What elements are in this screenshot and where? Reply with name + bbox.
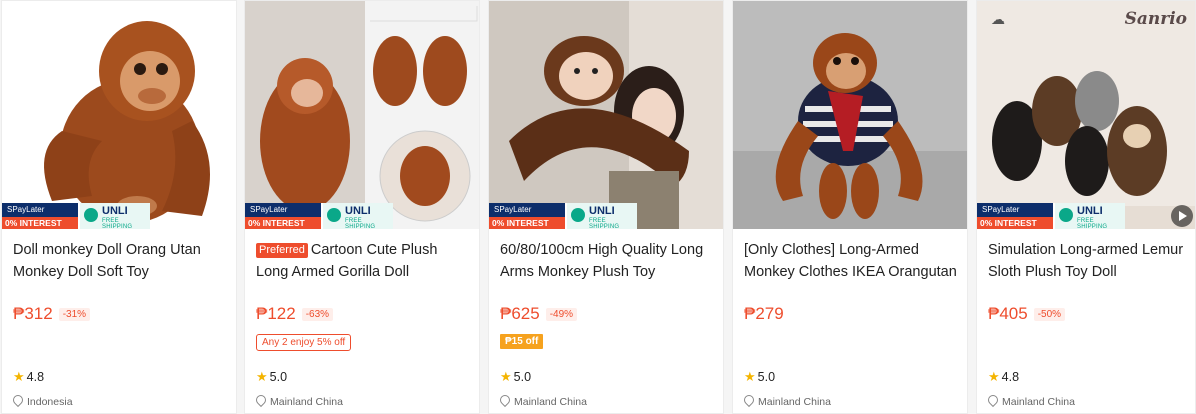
spaylater-badge: SPayLater 0% INTEREST bbox=[489, 203, 573, 229]
price: ₱405 bbox=[988, 304, 1028, 323]
product-card-3[interactable]: SPayLater 0% INTEREST UNLI FREE SHIPPING… bbox=[488, 0, 724, 414]
spaylater-badge: SPayLater 0% INTEREST bbox=[977, 203, 1061, 229]
location-pin-icon bbox=[10, 392, 26, 408]
discount-badge: -50% bbox=[1033, 307, 1066, 321]
promo-badges: SPayLater 0% INTEREST UNLI FREE SHIPPING bbox=[2, 201, 152, 229]
location-pin-icon bbox=[985, 392, 1001, 408]
product-title[interactable]: Simulation Long-armed Lemur Sloth Plush … bbox=[988, 239, 1188, 283]
unli-shipping-badge: UNLI FREE SHIPPING bbox=[1053, 203, 1125, 229]
rating: ★ 5.0 bbox=[500, 369, 532, 384]
star-icon: ★ bbox=[13, 369, 25, 384]
rating: ★ 5.0 bbox=[744, 369, 776, 384]
rating: ★ 5.0 bbox=[256, 369, 288, 384]
promo-badges: SPayLater 0% INTEREST UNLI FREE SHIPPING bbox=[977, 201, 1127, 229]
product-card-5[interactable]: ☁ Sanrio SPayLater 0% INTEREST UNLI FREE… bbox=[976, 0, 1196, 414]
star-icon: ★ bbox=[744, 369, 756, 384]
product-grid: SPayLater 0% INTEREST UNLI FREE SHIPPING… bbox=[0, 0, 1196, 414]
product-image-5[interactable]: ☁ Sanrio SPayLater 0% INTEREST UNLI FREE… bbox=[977, 1, 1195, 229]
price-row: ₱279 bbox=[744, 304, 784, 326]
voucher-tag: ₱15 off bbox=[500, 334, 544, 349]
video-play-icon[interactable] bbox=[1171, 205, 1193, 227]
product-card-2[interactable]: SPayLater 0% INTEREST UNLI FREE SHIPPING… bbox=[244, 0, 480, 414]
shipping-icon bbox=[571, 208, 585, 222]
bundle-promo-tag: Any 2 enjoy 5% off bbox=[256, 334, 352, 351]
unli-shipping-badge: UNLI FREE SHIPPING bbox=[565, 203, 637, 229]
discount-badge: -31% bbox=[58, 307, 91, 321]
product-image-2[interactable]: SPayLater 0% INTEREST UNLI FREE SHIPPING bbox=[245, 1, 479, 229]
price: ₱279 bbox=[744, 304, 784, 323]
price-row: ₱625 -49% bbox=[500, 304, 578, 326]
rating: ★ 4.8 bbox=[988, 369, 1020, 384]
location-pin-icon bbox=[741, 392, 757, 408]
price-row: ₱405 -50% bbox=[988, 304, 1066, 326]
location-pin-icon bbox=[253, 392, 269, 408]
location: Mainland China bbox=[741, 392, 831, 408]
location-pin-icon bbox=[497, 392, 513, 408]
sanrio-logo: Sanrio bbox=[1124, 9, 1187, 29]
product-card-1[interactable]: SPayLater 0% INTEREST UNLI FREE SHIPPING… bbox=[1, 0, 237, 414]
product-title[interactable]: [Only Clothes] Long-Armed Monkey Clothes… bbox=[744, 239, 958, 283]
product-card-4[interactable]: [Only Clothes] Long-Armed Monkey Clothes… bbox=[732, 0, 968, 414]
price-row: ₱312 -31% bbox=[13, 304, 91, 326]
rating: ★ 4.8 bbox=[13, 369, 45, 384]
location: Indonesia bbox=[10, 392, 73, 408]
product-title[interactable]: 60/80/100cm High Quality Long Arms Monke… bbox=[500, 239, 714, 283]
promo-badges: SPayLater 0% INTEREST UNLI FREE SHIPPING bbox=[489, 201, 639, 229]
product-image-4[interactable] bbox=[733, 1, 967, 229]
shipping-icon bbox=[84, 208, 98, 222]
price: ₱122 bbox=[256, 304, 296, 323]
star-icon: ★ bbox=[988, 369, 1000, 384]
shipping-icon bbox=[1059, 208, 1073, 222]
discount-badge: -49% bbox=[545, 307, 578, 321]
preferred-badge: Preferred bbox=[256, 243, 308, 258]
location: Mainland China bbox=[497, 392, 587, 408]
location: Mainland China bbox=[253, 392, 343, 408]
shipping-icon bbox=[327, 208, 341, 222]
spaylater-badge: SPayLater 0% INTEREST bbox=[245, 203, 329, 229]
spaylater-badge: SPayLater 0% INTEREST bbox=[2, 203, 86, 229]
price: ₱625 bbox=[500, 304, 540, 323]
product-image-3[interactable]: SPayLater 0% INTEREST UNLI FREE SHIPPING bbox=[489, 1, 723, 229]
unli-shipping-badge: UNLI FREE SHIPPING bbox=[78, 203, 150, 229]
product-title[interactable]: Preferred Cartoon Cute Plush Long Armed G… bbox=[256, 239, 470, 283]
product-image-1[interactable]: SPayLater 0% INTEREST UNLI FREE SHIPPING bbox=[2, 1, 236, 229]
brand-logo-mark: ☁ bbox=[991, 11, 1005, 27]
promo-badges: SPayLater 0% INTEREST UNLI FREE SHIPPING bbox=[245, 201, 395, 229]
star-icon: ★ bbox=[256, 369, 268, 384]
star-icon: ★ bbox=[500, 369, 512, 384]
discount-badge: -63% bbox=[301, 307, 334, 321]
product-title[interactable]: Doll monkey Doll Orang Utan Monkey Doll … bbox=[13, 239, 227, 283]
price-row: ₱122 -63% bbox=[256, 304, 334, 326]
unli-shipping-badge: UNLI FREE SHIPPING bbox=[321, 203, 393, 229]
price: ₱312 bbox=[13, 304, 53, 323]
location: Mainland China bbox=[985, 392, 1075, 408]
